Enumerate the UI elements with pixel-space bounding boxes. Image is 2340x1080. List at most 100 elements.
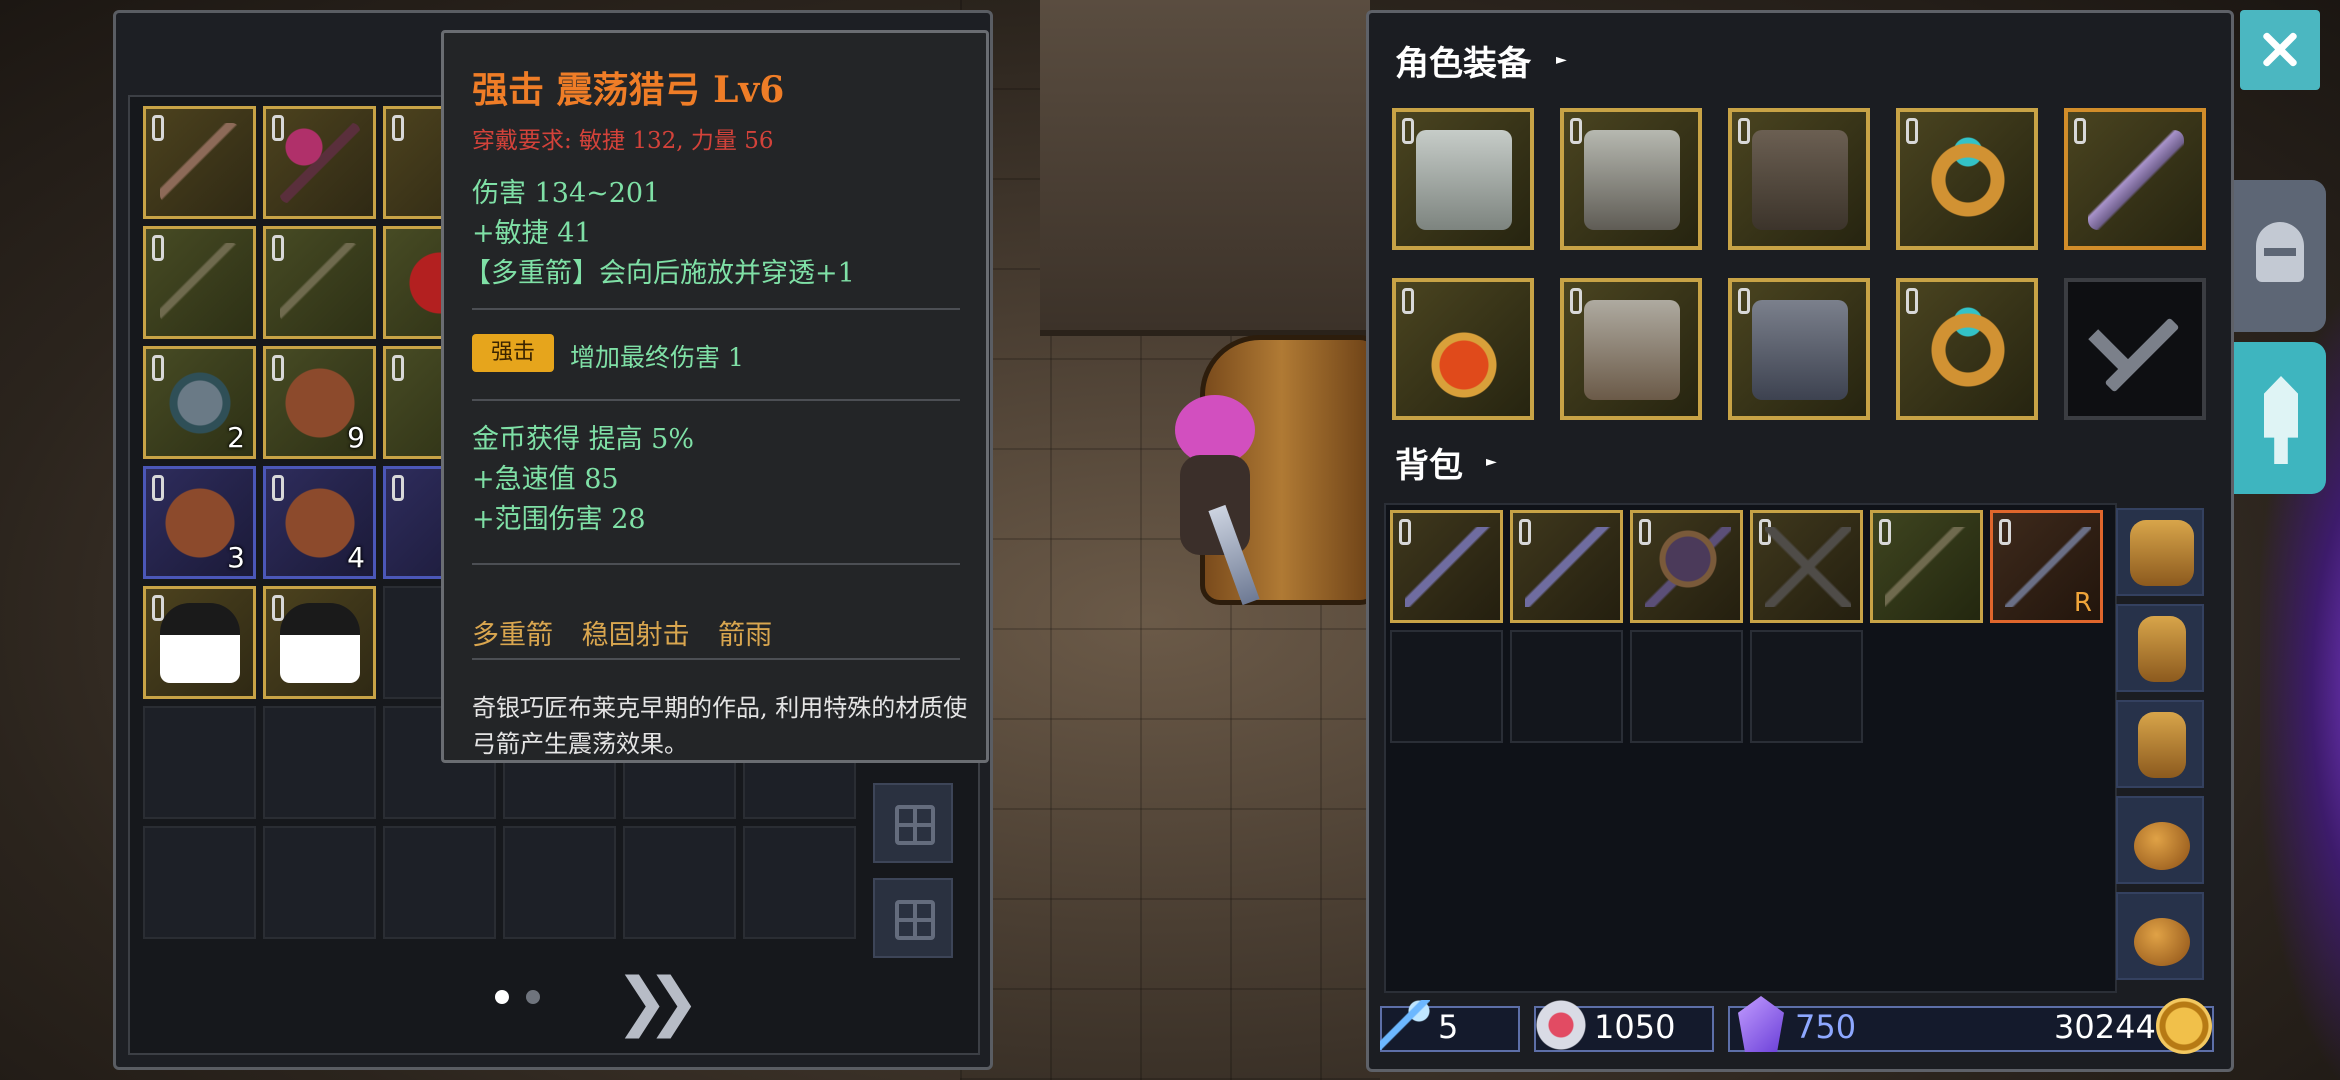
bag-tab-2[interactable] — [2116, 604, 2204, 692]
staff-icon — [280, 123, 360, 203]
equip-slot-ring[interactable] — [1896, 108, 2038, 250]
tab-equipment[interactable] — [2234, 180, 2326, 332]
bag-slot-empty[interactable] — [1630, 630, 1743, 743]
tab-weapon[interactable] — [2234, 342, 2326, 494]
equip-slot-boots[interactable] — [1728, 278, 1870, 420]
equip-slot-necklace[interactable] — [1392, 278, 1534, 420]
stash-slot-empty[interactable] — [743, 826, 856, 939]
bag-slot-dagger[interactable]: R — [1990, 510, 2103, 623]
item-description: 奇银巧匠布莱克早期的作品, 利用特殊的材质使弓箭产生震荡效果。 — [472, 694, 968, 758]
sack-icon — [2138, 616, 2186, 682]
stash-slot-costume[interactable] — [143, 586, 256, 699]
pouch-icon — [2134, 918, 2190, 966]
stash-slot-staff[interactable] — [263, 106, 376, 219]
close-button[interactable] — [2240, 10, 2320, 90]
lock-icon — [1738, 288, 1750, 314]
equip-slot-ring-2[interactable] — [1896, 278, 2038, 420]
lock-icon — [392, 475, 404, 501]
stack-count: 3 — [227, 541, 245, 574]
equip-slot-chest[interactable] — [1728, 108, 1870, 250]
coin-icon — [2156, 998, 2212, 1054]
bag-slot-empty[interactable] — [1750, 630, 1863, 743]
item-requirement: 穿戴要求: 敏捷 132, 力量 56 — [472, 128, 774, 154]
equip-slot-weapon-empty[interactable] — [2064, 278, 2206, 420]
stash-slot-costume-2[interactable] — [263, 586, 376, 699]
affix-badge: 强击 — [472, 334, 554, 372]
equip-slot-helmet[interactable] — [1392, 108, 1534, 250]
bag-slot-empty[interactable] — [1510, 630, 1623, 743]
grid-icon — [895, 805, 935, 845]
lock-icon — [1402, 118, 1414, 144]
bag-tab-3[interactable] — [2116, 700, 2204, 788]
lock-icon — [152, 595, 164, 621]
stash-tab-button[interactable] — [873, 783, 953, 863]
lock-icon — [1906, 288, 1918, 314]
bag-slot-bow[interactable] — [1390, 510, 1503, 623]
caret-right-icon: ► — [1556, 52, 1567, 68]
heart-shield-icon — [1536, 1000, 1586, 1050]
bag-slot-bow-3[interactable] — [1870, 510, 1983, 623]
player-character — [1170, 395, 1260, 606]
stash-slot-material-2[interactable]: 4 — [263, 466, 376, 579]
stash-slot-bow-3[interactable] — [263, 226, 376, 339]
stash-slot-material[interactable]: 3 — [143, 466, 256, 579]
affix-effect: 增加最终伤害 1 — [570, 343, 744, 372]
hero-body — [1180, 455, 1250, 555]
divider — [472, 308, 960, 310]
stat-agility: +敏捷 41 — [472, 218, 592, 249]
stash-slot-empty[interactable] — [143, 826, 256, 939]
stash-slot-bow-2[interactable] — [143, 226, 256, 339]
bow-icon — [1885, 527, 1971, 607]
gloves-icon — [1584, 300, 1680, 400]
boots-icon — [1752, 300, 1848, 400]
stat-damage: 伤害 134~201 — [472, 178, 661, 209]
equip-slot-sword[interactable] — [2064, 108, 2206, 250]
page-dot-active[interactable] — [495, 990, 509, 1004]
page-dot[interactable] — [526, 990, 540, 1004]
stash-slot-feather[interactable]: 9 — [263, 346, 376, 459]
necklace-icon — [1416, 300, 1512, 400]
divider — [472, 658, 960, 660]
bow-icon — [280, 243, 360, 323]
chest-armor-icon — [1752, 130, 1848, 230]
currency-heart-value: 1050 — [1594, 1008, 1676, 1046]
helmet-icon — [1416, 130, 1512, 230]
stash-slot-empty[interactable] — [623, 826, 736, 939]
stash-slot-empty[interactable] — [383, 826, 496, 939]
lock-icon — [392, 355, 404, 381]
bow-icon — [160, 243, 240, 323]
next-page-arrow-icon[interactable]: ❯❯ — [615, 965, 700, 1039]
lock-icon — [2074, 118, 2086, 144]
equipment-title: 角色装备 — [1395, 44, 1531, 84]
bag-slot-bow-2[interactable] — [1510, 510, 1623, 623]
stash-slot-empty[interactable] — [503, 826, 616, 939]
stash-slot-empty[interactable] — [263, 706, 376, 819]
bag-title: 背包 — [1395, 446, 1463, 486]
bow-icon — [1405, 527, 1491, 607]
equip-slot-gloves[interactable] — [1560, 278, 1702, 420]
bow-icon — [1525, 527, 1611, 607]
stat-multishot: 【多重箭】会向后施放并穿透+1 — [464, 258, 855, 289]
pouch-icon — [2134, 822, 2190, 870]
bag-slot-crossbow[interactable] — [1750, 510, 1863, 623]
bow-icon — [160, 123, 240, 203]
stash-slot-bow[interactable] — [143, 106, 256, 219]
stash-tab-button[interactable] — [873, 878, 953, 958]
grid-icon — [895, 900, 935, 940]
stat-gold: 金币获得 提高 5% — [472, 424, 694, 455]
stash-slot-empty[interactable] — [263, 826, 376, 939]
lock-icon — [1738, 118, 1750, 144]
divider — [472, 399, 960, 401]
lock-icon — [1570, 288, 1582, 314]
bag-tab-5[interactable] — [2116, 892, 2204, 980]
bag-slot-staff[interactable] — [1630, 510, 1743, 623]
equip-slot-armor[interactable] — [1560, 108, 1702, 250]
bag-tab-main[interactable] — [2116, 508, 2204, 596]
bag-slot-empty[interactable] — [1390, 630, 1503, 743]
stash-slot-empty[interactable] — [143, 706, 256, 819]
lock-icon — [1906, 118, 1918, 144]
stat-area: +范围伤害 28 — [472, 504, 646, 535]
stash-slot-amulet[interactable]: 2 — [143, 346, 256, 459]
ring-icon — [1920, 300, 2016, 400]
bag-tab-4[interactable] — [2116, 796, 2204, 884]
